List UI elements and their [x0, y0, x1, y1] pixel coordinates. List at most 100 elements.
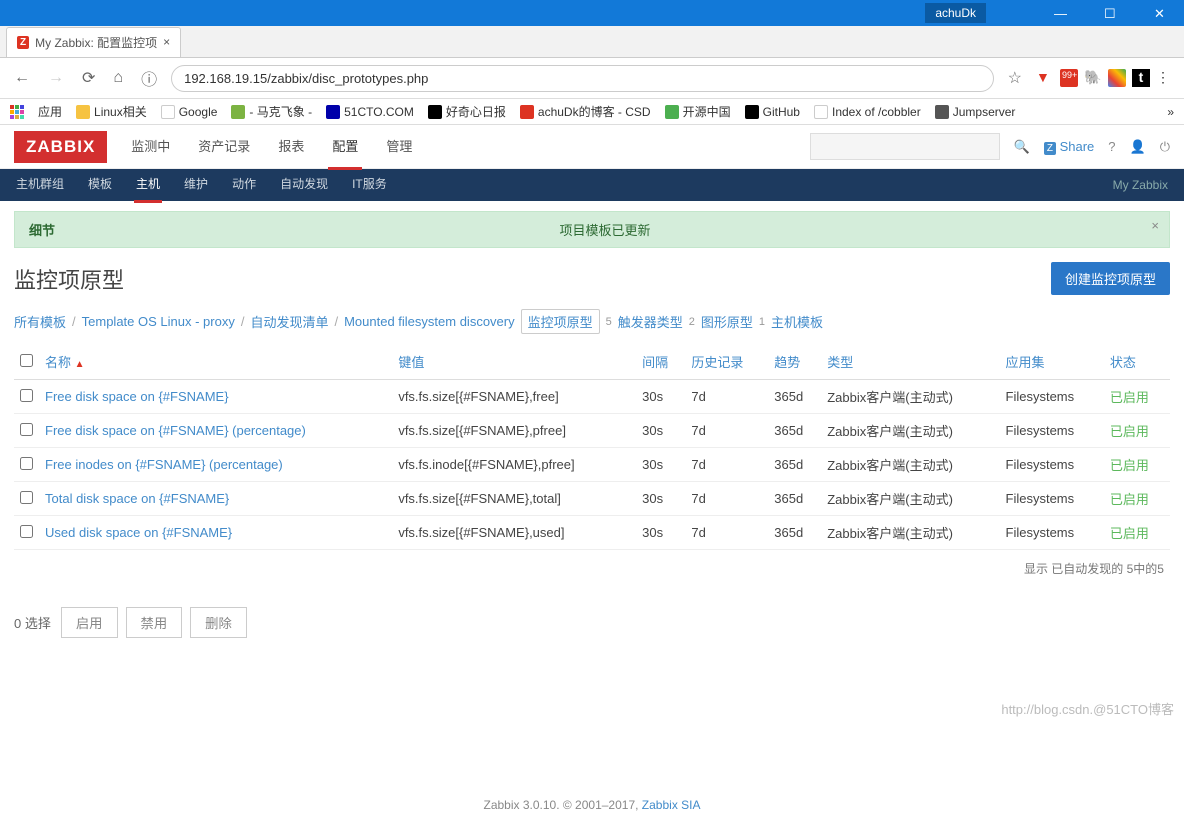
- bulk-button[interactable]: 删除: [190, 607, 247, 638]
- selected-count: 0 选择: [14, 613, 51, 632]
- breadcrumb-item[interactable]: Template OS Linux - proxy: [82, 314, 235, 329]
- bulk-button[interactable]: 启用: [61, 607, 118, 638]
- ext-icon[interactable]: t: [1132, 69, 1150, 87]
- bookmark-item[interactable]: Google: [161, 103, 218, 120]
- breadcrumb-item[interactable]: 主机模板: [771, 312, 823, 331]
- tab-close-icon[interactable]: ×: [163, 35, 170, 49]
- row-checkbox[interactable]: [20, 457, 33, 470]
- breadcrumb-item[interactable]: Mounted filesystem discovery: [344, 314, 515, 329]
- star-icon[interactable]: ☆: [1004, 66, 1026, 90]
- zabbix-top-nav: 监测中资产记录报表配置管理: [127, 124, 416, 169]
- maximize-icon[interactable]: ☐: [1104, 6, 1118, 20]
- bookmark-item[interactable]: 51CTO.COM: [326, 103, 414, 120]
- status-link[interactable]: 已启用: [1110, 458, 1149, 473]
- search-icon[interactable]: 🔍: [1014, 139, 1030, 155]
- breadcrumb-item[interactable]: 触发器类型: [618, 312, 683, 331]
- row-checkbox[interactable]: [20, 491, 33, 504]
- table-header[interactable]: 间隔: [636, 344, 685, 380]
- home-icon[interactable]: ⌂: [109, 67, 127, 89]
- search-input[interactable]: [810, 133, 1000, 160]
- table-header[interactable]: 状态: [1104, 344, 1170, 380]
- top-nav-item[interactable]: 报表: [274, 124, 308, 169]
- table-row: Used disk space on {#FSNAME} vfs.fs.size…: [14, 516, 1170, 550]
- alert-title: 细节: [29, 220, 55, 239]
- alert-success: 细节 项目模板已更新 ×: [14, 211, 1170, 248]
- bookmark-item[interactable]: achuDk的博客 - CSD: [520, 103, 651, 120]
- row-checkbox[interactable]: [20, 423, 33, 436]
- top-nav-item[interactable]: 资产记录: [194, 124, 254, 169]
- table-header[interactable]: 趋势: [768, 344, 821, 380]
- row-checkbox[interactable]: [20, 525, 33, 538]
- window-titlebar: achuDk — ☐ ✕: [0, 0, 1184, 26]
- apps-icon[interactable]: [10, 105, 24, 119]
- ext-icon[interactable]: 99+: [1060, 69, 1078, 87]
- table-header[interactable]: 历史记录: [685, 344, 768, 380]
- menu-icon[interactable]: ⋮: [1156, 69, 1174, 87]
- breadcrumb-item[interactable]: 所有模板: [14, 312, 66, 331]
- bookmark-item[interactable]: GitHub: [745, 103, 800, 120]
- alert-close-icon[interactable]: ×: [1151, 218, 1159, 233]
- breadcrumb-item[interactable]: 监控项原型: [521, 309, 600, 334]
- sub-nav-item[interactable]: 主机群组: [14, 167, 66, 203]
- window-user: achuDk: [925, 3, 986, 23]
- status-link[interactable]: 已启用: [1110, 390, 1149, 405]
- zabbix-logo[interactable]: ZABBIX: [14, 131, 107, 163]
- bookmark-item[interactable]: - 马克飞象 -: [231, 103, 312, 120]
- table-header[interactable]: 键值: [392, 344, 636, 380]
- top-nav-item[interactable]: 管理: [382, 124, 416, 169]
- info-icon[interactable]: ⓘ: [137, 64, 161, 92]
- status-link[interactable]: 已启用: [1110, 526, 1149, 541]
- breadcrumb-item[interactable]: 图形原型: [701, 312, 753, 331]
- user-icon[interactable]: 👤: [1130, 139, 1146, 155]
- status-link[interactable]: 已启用: [1110, 492, 1149, 507]
- ext-icon[interactable]: [1108, 69, 1126, 87]
- item-name-link[interactable]: Total disk space on {#FSNAME}: [45, 491, 229, 506]
- ext-icon[interactable]: ▼: [1036, 69, 1054, 87]
- forward-icon[interactable]: →: [44, 67, 68, 89]
- reload-icon[interactable]: ⟳: [78, 66, 99, 90]
- bookmark-item[interactable]: Linux相关: [76, 103, 147, 120]
- item-name-link[interactable]: Free disk space on {#FSNAME}: [45, 389, 229, 404]
- close-icon[interactable]: ✕: [1154, 6, 1168, 20]
- item-name-link[interactable]: Free disk space on {#FSNAME} (percentage…: [45, 423, 306, 438]
- tab-favicon-icon: Z: [17, 36, 29, 49]
- minimize-icon[interactable]: —: [1054, 6, 1068, 20]
- item-name-link[interactable]: Used disk space on {#FSNAME}: [45, 525, 232, 540]
- sub-nav-item[interactable]: 主机: [134, 167, 162, 203]
- sub-nav-item[interactable]: 动作: [230, 167, 258, 203]
- table-header[interactable]: 名称 ▲: [39, 344, 392, 380]
- share-button[interactable]: Z Share: [1044, 139, 1094, 154]
- power-icon[interactable]: ⏻: [1160, 139, 1170, 155]
- bookmark-item[interactable]: 好奇心日报: [428, 103, 506, 120]
- row-checkbox[interactable]: [20, 389, 33, 402]
- zabbix-header: ZABBIX 监测中资产记录报表配置管理 🔍 Z Share ? 👤 ⏻: [0, 125, 1184, 169]
- page-header: 监控项原型 创建监控项原型: [14, 262, 1170, 295]
- browser-tab[interactable]: Z My Zabbix: 配置监控项 ×: [6, 27, 181, 57]
- top-nav-item[interactable]: 配置: [328, 124, 362, 170]
- bookmark-item[interactable]: 开源中国: [665, 103, 731, 120]
- page-title: 监控项原型: [14, 263, 124, 295]
- table-row: Total disk space on {#FSNAME} vfs.fs.siz…: [14, 482, 1170, 516]
- sub-nav-item[interactable]: 模板: [86, 167, 114, 203]
- create-button[interactable]: 创建监控项原型: [1051, 262, 1170, 295]
- table-header[interactable]: 应用集: [1000, 344, 1104, 380]
- breadcrumb-item[interactable]: 自动发现清单: [250, 312, 328, 331]
- footer-link[interactable]: Zabbix SIA: [642, 798, 701, 812]
- url-input[interactable]: [171, 65, 994, 92]
- bookmarks-overflow-icon[interactable]: »: [1167, 105, 1174, 119]
- subnav-right[interactable]: My Zabbix: [1111, 170, 1170, 200]
- select-all-checkbox[interactable]: [20, 354, 33, 367]
- item-name-link[interactable]: Free inodes on {#FSNAME} (percentage): [45, 457, 283, 472]
- status-link[interactable]: 已启用: [1110, 424, 1149, 439]
- bulk-button[interactable]: 禁用: [126, 607, 183, 638]
- ext-icon[interactable]: 🐘: [1084, 69, 1102, 87]
- bookmark-item[interactable]: Jumpserver: [935, 103, 1016, 120]
- bookmark-item[interactable]: Index of /cobbler: [814, 103, 921, 120]
- table-header[interactable]: 类型: [821, 344, 999, 380]
- sub-nav-item[interactable]: 维护: [182, 167, 210, 203]
- sub-nav-item[interactable]: IT服务: [350, 167, 389, 203]
- help-icon[interactable]: ?: [1108, 139, 1115, 154]
- back-icon[interactable]: ←: [10, 67, 34, 89]
- top-nav-item[interactable]: 监测中: [127, 124, 174, 169]
- sub-nav-item[interactable]: 自动发现: [278, 167, 330, 203]
